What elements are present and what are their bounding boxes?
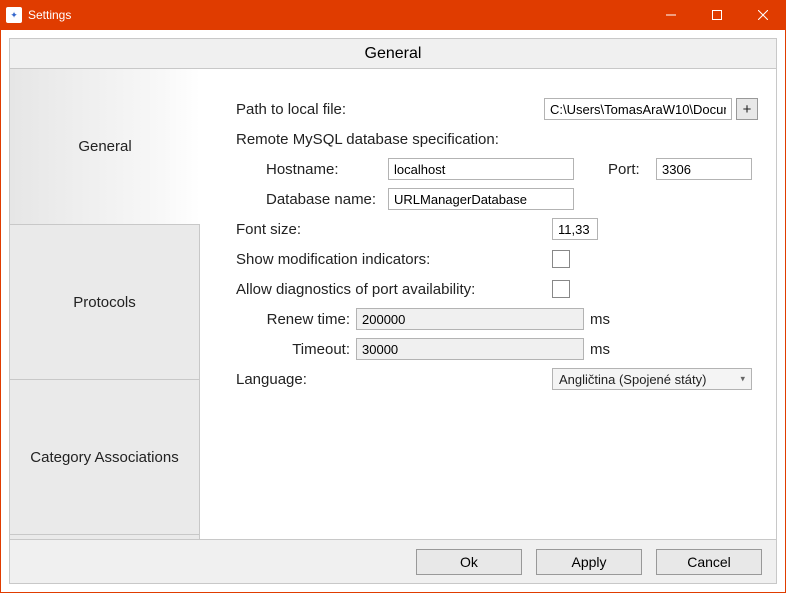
showmod-checkbox[interactable] — [552, 250, 570, 268]
close-button[interactable] — [740, 0, 786, 30]
ok-button[interactable]: Ok — [416, 549, 522, 575]
sidebar-item-label: Category Associations — [30, 449, 178, 466]
hostname-label: Hostname: — [266, 161, 388, 178]
minimize-button[interactable] — [648, 0, 694, 30]
mysql-spec-label: Remote MySQL database specification: — [236, 131, 499, 148]
browse-button[interactable]: + — [736, 98, 758, 120]
sidebar-item-general[interactable]: General — [10, 69, 200, 224]
timeout-unit: ms — [590, 341, 610, 358]
maximize-button[interactable] — [694, 0, 740, 30]
dbname-label: Database name: — [266, 191, 388, 208]
fontsize-input[interactable] — [552, 218, 598, 240]
renew-unit: ms — [590, 311, 610, 328]
sidebar-item-category-associations[interactable]: Category Associations — [10, 379, 200, 534]
showmod-label: Show modification indicators: — [236, 251, 552, 268]
sidebar-item-label: General — [78, 138, 131, 155]
port-label: Port: — [608, 161, 656, 178]
apply-label: Apply — [571, 554, 606, 570]
port-input[interactable] — [656, 158, 752, 180]
path-label: Path to local file: — [236, 101, 346, 118]
footer: Ok Apply Cancel — [10, 539, 776, 583]
plus-icon: + — [743, 101, 752, 118]
cancel-label: Cancel — [687, 554, 731, 570]
language-select[interactable]: Angličtina (Spojené státy) ▾ — [552, 368, 752, 390]
content-pane: Path to local file: + Remote MySQL datab… — [200, 69, 776, 539]
renew-label: Renew time: — [266, 311, 356, 328]
language-value: Angličtina (Spojené státy) — [559, 372, 706, 387]
hostname-input[interactable] — [388, 158, 574, 180]
allowdiag-checkbox[interactable] — [552, 280, 570, 298]
fontsize-label: Font size: — [236, 221, 552, 238]
renew-input[interactable] — [356, 308, 584, 330]
cancel-button[interactable]: Cancel — [656, 549, 762, 575]
ok-label: Ok — [460, 554, 478, 570]
sidebar-item-label: Protocols — [73, 294, 136, 311]
timeout-label: Timeout: — [266, 341, 356, 358]
sidebar-item-protocols[interactable]: Protocols — [10, 224, 200, 379]
titlebar: ✦ Settings — [0, 0, 786, 30]
apply-button[interactable]: Apply — [536, 549, 642, 575]
app-icon: ✦ — [6, 7, 22, 23]
chevron-down-icon: ▾ — [740, 374, 745, 385]
timeout-input[interactable] — [356, 338, 584, 360]
sidebar: General Protocols Category Associations — [10, 69, 200, 539]
page-header: General — [10, 39, 776, 69]
dbname-input[interactable] — [388, 188, 574, 210]
window-title: Settings — [28, 8, 648, 22]
language-label: Language: — [236, 371, 552, 388]
path-input[interactable] — [544, 98, 732, 120]
allowdiag-label: Allow diagnostics of port availability: — [236, 281, 552, 298]
